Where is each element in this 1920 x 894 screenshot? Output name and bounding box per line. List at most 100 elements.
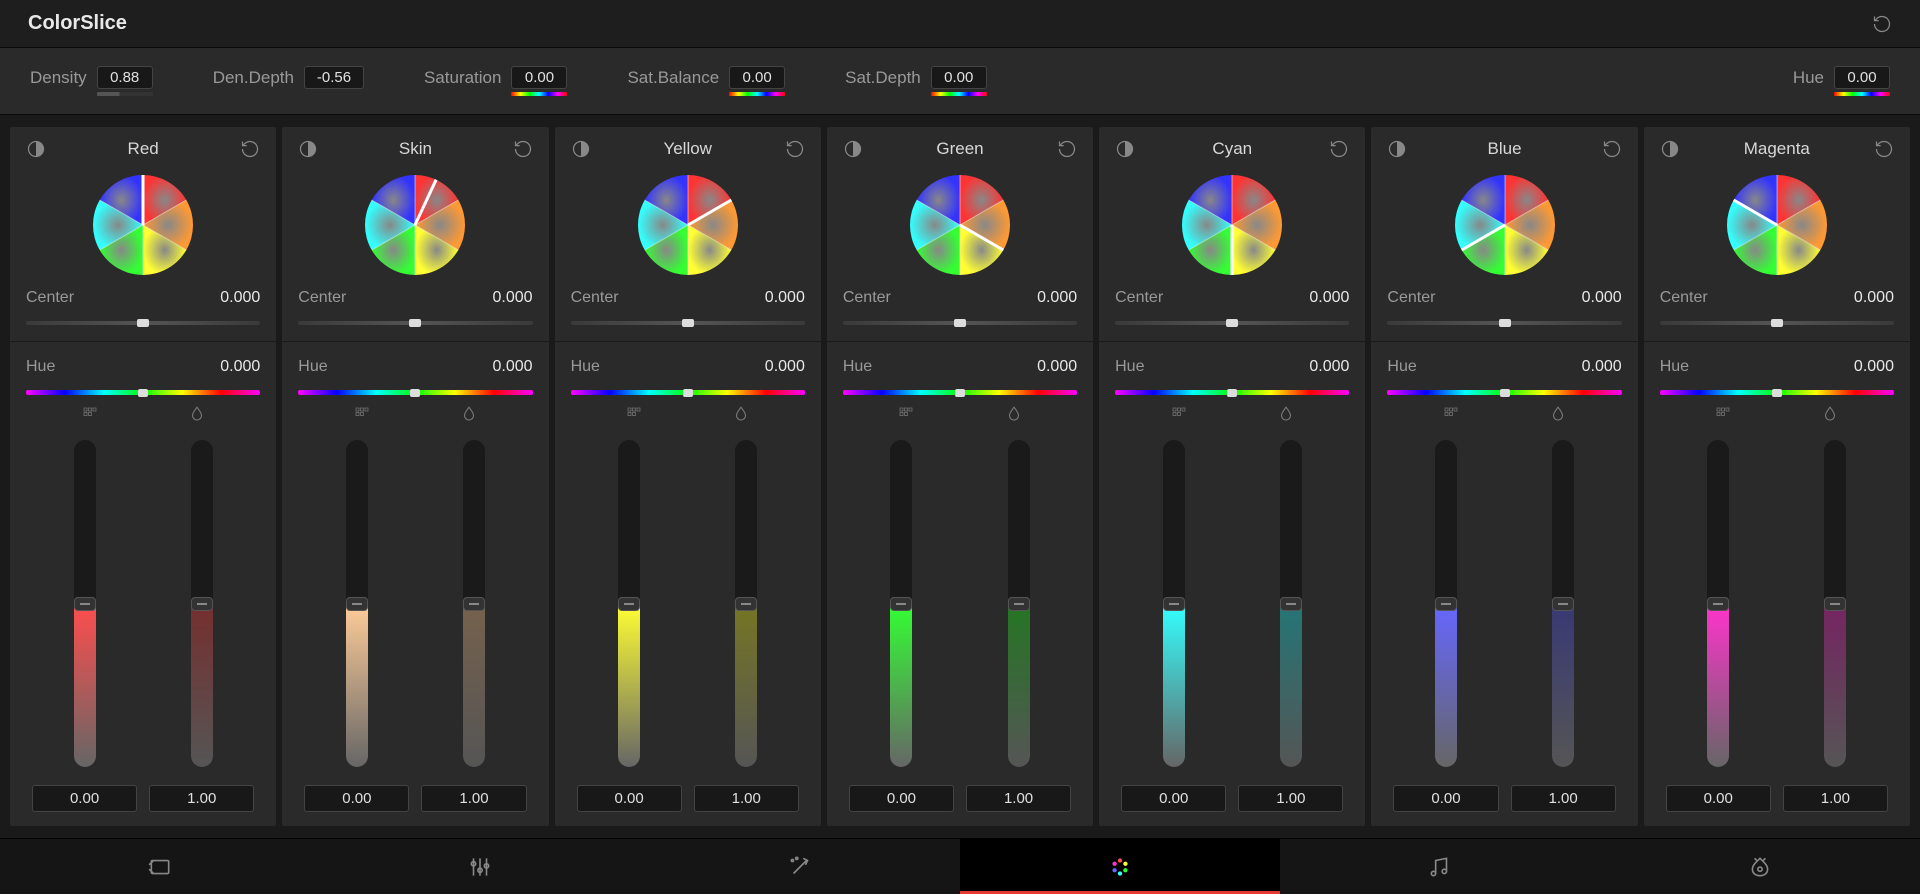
density-fader[interactable] [74, 440, 96, 767]
tab-color[interactable] [960, 839, 1280, 894]
hue-slider[interactable] [1660, 390, 1894, 395]
hue-label: Hue [1793, 66, 1824, 88]
center-slider[interactable] [1115, 321, 1349, 325]
satdepth-param[interactable]: Sat.Depth 0.00 [845, 66, 987, 96]
reset-slice-icon[interactable] [1602, 139, 1622, 159]
sat-fader[interactable] [463, 440, 485, 767]
center-value[interactable]: 0.000 [1037, 289, 1077, 307]
center-value[interactable]: 0.000 [1854, 289, 1894, 307]
contrast-icon[interactable] [1115, 139, 1135, 159]
hue-param[interactable]: Hue 0.00 [1793, 66, 1890, 96]
fader1-value[interactable]: 0.00 [1666, 785, 1771, 812]
density-param[interactable]: Density 0.88 [30, 66, 153, 96]
reset-slice-icon[interactable] [1329, 139, 1349, 159]
contrast-icon[interactable] [843, 139, 863, 159]
density-value[interactable]: 0.88 [97, 66, 153, 89]
center-value[interactable]: 0.000 [1309, 289, 1349, 307]
dendepth-value[interactable]: -0.56 [304, 66, 364, 89]
saturation-param[interactable]: Saturation 0.00 [424, 66, 568, 96]
fader1-value[interactable]: 0.00 [849, 785, 954, 812]
slice-name: Yellow [663, 139, 712, 159]
hue-row-value[interactable]: 0.000 [765, 358, 805, 376]
contrast-icon[interactable] [298, 139, 318, 159]
density-fader[interactable] [1435, 440, 1457, 767]
center-slider[interactable] [571, 321, 805, 325]
hue-row-value[interactable]: 0.000 [493, 358, 533, 376]
contrast-icon[interactable] [26, 139, 46, 159]
saturation-value[interactable]: 0.00 [511, 66, 567, 89]
satdepth-value[interactable]: 0.00 [931, 66, 987, 89]
satbalance-param[interactable]: Sat.Balance 0.00 [627, 66, 785, 96]
center-slider[interactable] [843, 321, 1077, 325]
tab-fusion[interactable] [640, 839, 960, 894]
satbalance-value[interactable]: 0.00 [729, 66, 785, 89]
fader2-value[interactable]: 1.00 [694, 785, 799, 812]
color-wheel[interactable] [571, 169, 805, 279]
hue-value[interactable]: 0.00 [1834, 66, 1890, 89]
hue-slider[interactable] [571, 390, 805, 395]
density-fader[interactable] [618, 440, 640, 767]
reset-slice-icon[interactable] [240, 139, 260, 159]
fader2-value[interactable]: 1.00 [1511, 785, 1616, 812]
color-wheel[interactable] [1115, 169, 1349, 279]
color-wheel[interactable] [26, 169, 260, 279]
hue-row-value[interactable]: 0.000 [1582, 358, 1622, 376]
hue-row-value[interactable]: 0.000 [220, 358, 260, 376]
reset-slice-icon[interactable] [785, 139, 805, 159]
hue-slider[interactable] [298, 390, 532, 395]
tab-cut[interactable] [0, 839, 320, 894]
contrast-icon[interactable] [1660, 139, 1680, 159]
sat-fader[interactable] [191, 440, 213, 767]
hue-row-value[interactable]: 0.000 [1037, 358, 1077, 376]
tab-fairlight[interactable] [1280, 839, 1600, 894]
fader1-value[interactable]: 0.00 [577, 785, 682, 812]
density-fader[interactable] [890, 440, 912, 767]
hue-row-value[interactable]: 0.000 [1854, 358, 1894, 376]
center-slider[interactable] [1387, 321, 1621, 325]
contrast-icon[interactable] [571, 139, 591, 159]
density-fader[interactable] [1707, 440, 1729, 767]
reset-slice-icon[interactable] [1057, 139, 1077, 159]
sat-fader[interactable] [735, 440, 757, 767]
fader2-value[interactable]: 1.00 [421, 785, 526, 812]
sat-fader[interactable] [1008, 440, 1030, 767]
dendepth-param[interactable]: Den.Depth -0.56 [213, 66, 364, 89]
fader1-value[interactable]: 0.00 [1121, 785, 1226, 812]
center-value[interactable]: 0.000 [765, 289, 805, 307]
slice-yellow: Yellow Center0.000 Hue0.000 0.00 1.00 [555, 127, 821, 826]
color-wheel[interactable] [1387, 169, 1621, 279]
density-fader[interactable] [1163, 440, 1185, 767]
hue-slider[interactable] [26, 390, 260, 395]
fader1-value[interactable]: 0.00 [32, 785, 137, 812]
fader2-value[interactable]: 1.00 [966, 785, 1071, 812]
color-wheel[interactable] [298, 169, 532, 279]
hue-slider[interactable] [1387, 390, 1621, 395]
sat-fader[interactable] [1280, 440, 1302, 767]
center-slider[interactable] [26, 321, 260, 325]
hue-slider[interactable] [843, 390, 1077, 395]
center-value[interactable]: 0.000 [220, 289, 260, 307]
reset-slice-icon[interactable] [1874, 139, 1894, 159]
tab-deliver[interactable] [1600, 839, 1920, 894]
color-wheel[interactable] [843, 169, 1077, 279]
reset-all-icon[interactable] [1872, 14, 1892, 34]
hue-slider[interactable] [1115, 390, 1349, 395]
fader1-value[interactable]: 0.00 [1393, 785, 1498, 812]
center-slider[interactable] [298, 321, 532, 325]
sat-fader[interactable] [1552, 440, 1574, 767]
color-wheel[interactable] [1660, 169, 1894, 279]
center-value[interactable]: 0.000 [1582, 289, 1622, 307]
fader1-value[interactable]: 0.00 [304, 785, 409, 812]
tab-edit[interactable] [320, 839, 640, 894]
center-value[interactable]: 0.000 [493, 289, 533, 307]
fader2-value[interactable]: 1.00 [149, 785, 254, 812]
contrast-icon[interactable] [1387, 139, 1407, 159]
center-slider[interactable] [1660, 321, 1894, 325]
hue-row-value[interactable]: 0.000 [1309, 358, 1349, 376]
titlebar: ColorSlice [0, 0, 1920, 48]
fader2-value[interactable]: 1.00 [1238, 785, 1343, 812]
density-fader[interactable] [346, 440, 368, 767]
fader2-value[interactable]: 1.00 [1783, 785, 1888, 812]
reset-slice-icon[interactable] [513, 139, 533, 159]
sat-fader[interactable] [1824, 440, 1846, 767]
